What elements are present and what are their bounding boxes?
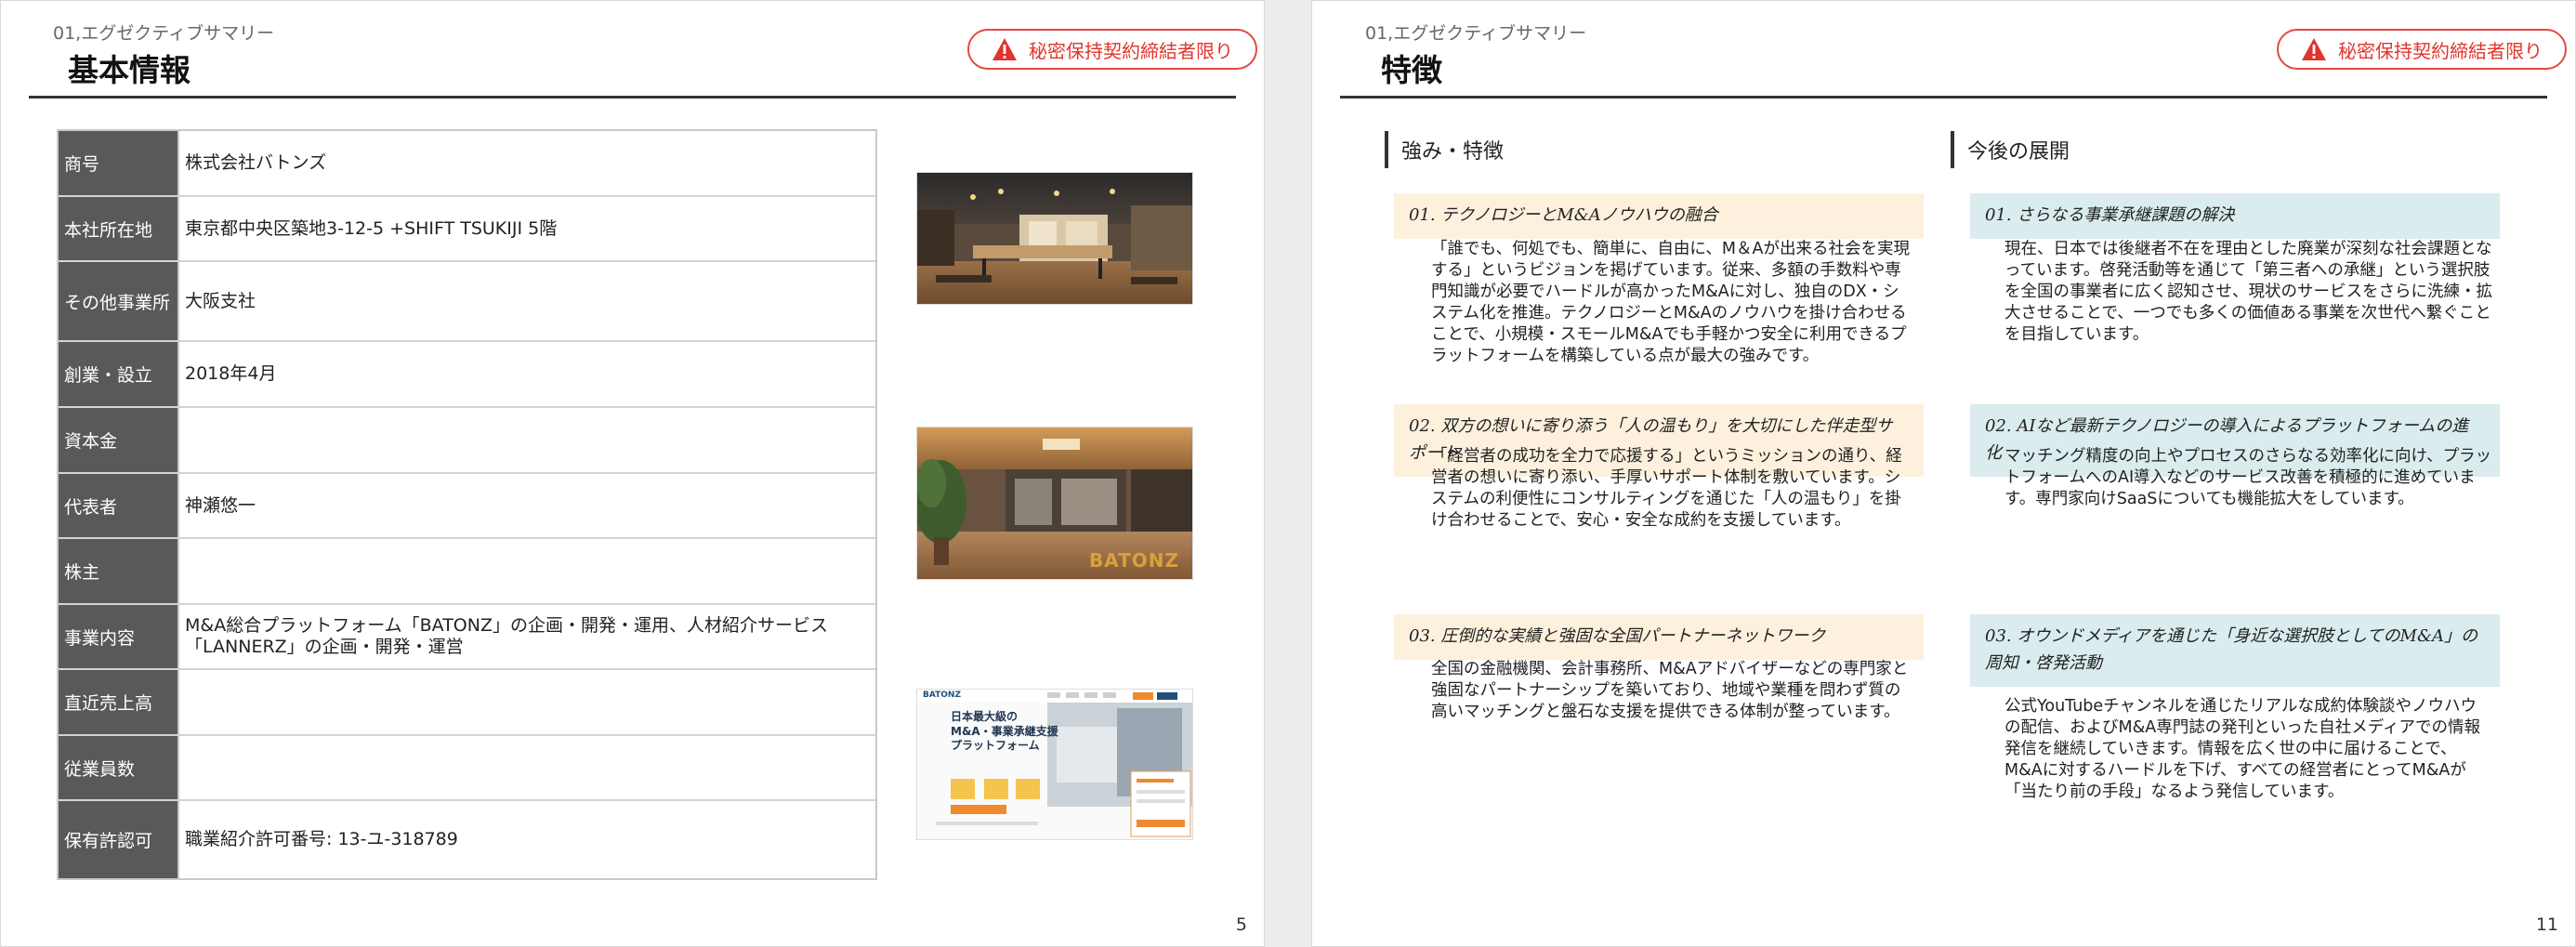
right-column-heading: 今後の展開 xyxy=(1951,131,2070,168)
row-label: 資本金 xyxy=(59,408,177,472)
office-lounge-image xyxy=(917,173,1192,304)
table-row: 代表者 神瀬悠一 xyxy=(59,474,875,539)
strength-title: 01. テクノロジーとM&Aノウハウの融合 xyxy=(1394,193,1924,239)
row-label: 従業員数 xyxy=(59,736,177,799)
row-value xyxy=(177,670,875,734)
table-row: 創業・設立 2018年4月 xyxy=(59,342,875,408)
row-value: 神瀬悠一 xyxy=(177,474,875,537)
site-headline: 日本最大級の M&A・事業承継支援 プラットフォーム xyxy=(951,710,1058,754)
company-info-table: 商号 株式会社バトンズ 本社所在地 東京都中央区築地3-12-5 +SHIFT … xyxy=(57,129,877,880)
office-sign-text: BATONZ xyxy=(1088,549,1179,572)
section-label: 01,エグゼクティブサマリー xyxy=(1365,23,1587,44)
table-row: 従業員数 xyxy=(59,736,875,801)
row-value: 株式会社バトンズ xyxy=(177,131,875,195)
row-label: 代表者 xyxy=(59,474,177,537)
page-number: 11 xyxy=(2535,914,2558,935)
row-value: 東京都中央区築地3-12-5 +SHIFT TSUKIJI 5階 xyxy=(177,197,875,260)
slide-basic-info: 01,エグゼクティブサマリー 基本情報 秘密保持契約締結者限り 商号 株式会社バ… xyxy=(0,0,1265,947)
slide-features: 01,エグゼクティブサマリー 特徴 秘密保持契約締結者限り 強み・特徴 今後の展… xyxy=(1311,0,2576,947)
page-title: 基本情報 xyxy=(68,52,191,88)
row-value xyxy=(177,539,875,603)
table-row: 直近売上高 xyxy=(59,670,875,736)
plan-body: 現在、日本では後継者不在を理由とした廃業が深刻な社会課題となっています。啓発活動… xyxy=(2004,240,2492,345)
warning-icon xyxy=(992,38,1017,60)
strength-body: 「経営者の成功を全力で応援する」というミッションの通り、経営者の想いに寄り添い、… xyxy=(1431,447,1902,531)
table-row: 本社所在地 東京都中央区築地3-12-5 +SHIFT TSUKIJI 5階 xyxy=(59,197,875,262)
table-row: 事業内容 M&A総合プラットフォーム「BATONZ」の企画・開発・運用、人材紹介… xyxy=(59,605,875,670)
strength-title: 03. 圧倒的な実績と強固な全国パートナーネットワーク xyxy=(1394,614,1924,660)
badge-label: 秘密保持契約締結者限り xyxy=(1029,39,1233,62)
row-value: 大阪支社 xyxy=(177,262,875,340)
site-logo: BATONZ xyxy=(923,691,961,700)
table-row: 資本金 xyxy=(59,408,875,474)
badge-label: 秘密保持契約締結者限り xyxy=(2338,39,2543,62)
confidential-badge: 秘密保持契約締結者限り xyxy=(967,29,1257,70)
title-divider xyxy=(1340,96,2547,99)
strength-body: 全国の金融機関、会計事務所、M&Aアドバイザーなどの専門家と強固なパートナーシッ… xyxy=(1431,660,1909,722)
office-lounge-photo xyxy=(916,172,1193,305)
table-row: 株主 xyxy=(59,539,875,605)
row-label: 株主 xyxy=(59,539,177,603)
row-value: 2018年4月 xyxy=(177,342,875,406)
row-label: 事業内容 xyxy=(59,605,177,668)
warning-icon xyxy=(2302,38,2326,60)
table-row: 保有許認可 職業紹介許可番号: 13-ユ-318789 xyxy=(59,801,875,878)
row-value: M&A総合プラットフォーム「BATONZ」の企画・開発・運用、人材紹介サービス … xyxy=(177,605,875,668)
row-value: 職業紹介許可番号: 13-ユ-318789 xyxy=(177,801,875,878)
plan-title: 01. さらなる事業承継課題の解決 xyxy=(1970,193,2500,239)
left-column-heading: 強み・特徴 xyxy=(1385,131,1504,168)
row-label: 商号 xyxy=(59,131,177,195)
row-label: 保有許認可 xyxy=(59,801,177,878)
website-screenshot: BATONZ 日本最大級の M&A・事業承継支援 プラットフォーム xyxy=(916,689,1193,840)
row-label: 本社所在地 xyxy=(59,197,177,260)
plan-body: 公式YouTubeチャンネルを通じたリアルな成約体験談やノウハウの配信、およびM… xyxy=(2004,697,2480,802)
table-row: 商号 株式会社バトンズ xyxy=(59,131,875,197)
site-headline-line: M&A・事業承継支援 xyxy=(951,724,1058,738)
confidential-badge: 秘密保持契約締結者限り xyxy=(2277,29,2567,70)
row-value xyxy=(177,408,875,472)
row-label: 創業・設立 xyxy=(59,342,177,406)
site-headline-line: 日本最大級の xyxy=(951,710,1019,723)
plan-title: 03. オウンドメディアを通じた「身近な選択肢としてのM&A」の周知・啓発活動 xyxy=(1970,614,2500,687)
title-divider xyxy=(29,96,1236,99)
row-value xyxy=(177,736,875,799)
plan-body: マッチング精度の向上やプロセスのさらなる効率化に向け、プラットフォームへのAI導… xyxy=(2004,447,2492,509)
table-row: その他事業所 大阪支社 xyxy=(59,262,875,342)
page-title: 特徴 xyxy=(1381,52,1442,88)
page-number: 5 xyxy=(1235,914,1247,935)
row-label: その他事業所 xyxy=(59,262,177,340)
row-label: 直近売上高 xyxy=(59,670,177,734)
office-entrance-photo: BATONZ xyxy=(916,427,1193,580)
strength-body: 「誰でも、何処でも、簡単に、自由に、M＆Aが出来る社会を実現する」というビジョン… xyxy=(1431,240,1910,366)
site-headline-line: プラットフォーム xyxy=(951,739,1040,753)
section-label: 01,エグゼクティブサマリー xyxy=(53,23,275,44)
